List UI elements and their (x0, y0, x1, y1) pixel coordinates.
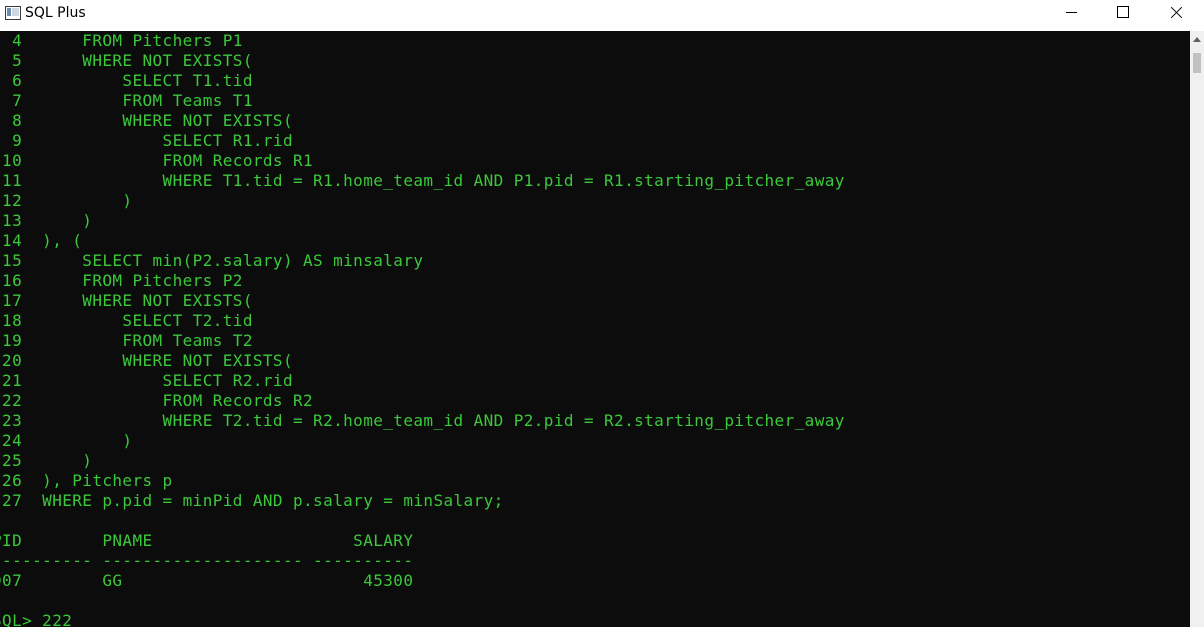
console-line: 21 SELECT R2.rid (0, 371, 293, 390)
console-line: 6 SELECT T1.tid (0, 71, 253, 90)
close-button[interactable] (1152, 0, 1198, 26)
scroll-up-arrow-icon[interactable] (1190, 31, 1204, 47)
console-line: 11 WHERE T1.tid = R1.home_team_id AND P1… (0, 171, 845, 190)
console-line: 10 FROM Records R1 (0, 151, 314, 170)
console-line: 23 WHERE T2.tid = R2.home_team_id AND P2… (0, 411, 845, 430)
vertical-scrollbar[interactable] (1190, 31, 1204, 627)
console-line: 15 SELECT min(P2.salary) AS minsalary (0, 251, 424, 270)
console-line: 9 SELECT R1.rid (0, 131, 293, 150)
console-window-icon[interactable] (5, 6, 21, 20)
console-line: 13 ) (0, 211, 93, 230)
sqlplus-window: SQL Plus 4 FROM Pitchers P1 5 WHERE NOT … (0, 0, 1204, 627)
console-line: 20 WHERE NOT EXISTS( (0, 351, 293, 370)
console-output[interactable]: 4 FROM Pitchers P1 5 WHERE NOT EXISTS( 6… (0, 31, 1190, 627)
console-line: 24 ) (0, 431, 133, 450)
console-line: 16 FROM Pitchers P2 (0, 271, 243, 290)
console-line: 22 FROM Records R2 (0, 391, 314, 410)
console-line: 26 ), Pitchers p (0, 471, 173, 490)
console-line: 7 FROM Teams T1 (0, 91, 253, 110)
title-bar[interactable]: SQL Plus (0, 0, 1204, 31)
console-line: PID PNAME SALARY (0, 531, 414, 550)
console-line: ---------- -------------------- --------… (0, 551, 414, 570)
console-line: 8 WHERE NOT EXISTS( (0, 111, 293, 130)
console-line: 4 FROM Pitchers P1 (0, 31, 243, 50)
console-line: 25 ) (0, 451, 93, 470)
console-line: 19 FROM Teams T2 (0, 331, 253, 350)
console-line: 007 GG 45300 (0, 571, 414, 590)
console-line: 18 SELECT T2.tid (0, 311, 253, 330)
minimize-button[interactable] (1048, 0, 1094, 26)
console-line: 14 ), ( (0, 231, 83, 250)
console-line: 5 WHERE NOT EXISTS( (0, 51, 253, 70)
console-line: 17 WHERE NOT EXISTS( (0, 291, 253, 310)
console-line: 27 WHERE p.pid = minPid AND p.salary = m… (0, 491, 504, 510)
console-line: 12 ) (0, 191, 133, 210)
maximize-button[interactable] (1100, 0, 1146, 26)
console-line: SQL> 222 (0, 611, 73, 627)
scrollbar-thumb[interactable] (1193, 53, 1201, 73)
window-title: SQL Plus (25, 5, 86, 21)
